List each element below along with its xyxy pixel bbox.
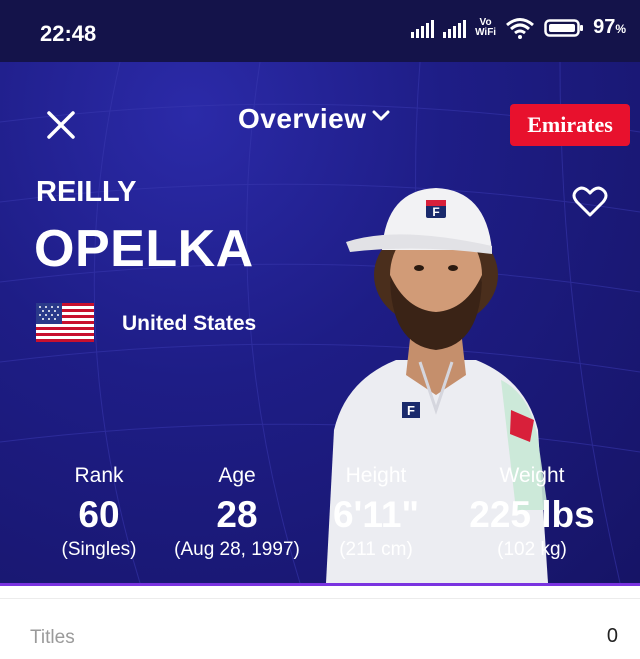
overview-dropdown-label[interactable]: Overview	[238, 103, 367, 135]
stat-weight: Weight 225 lbs (102 kg)	[442, 463, 622, 562]
player-first-name: REILLY	[36, 176, 137, 208]
stat-label: Height	[345, 464, 407, 487]
battery-percent: 97%	[593, 16, 626, 38]
shirt-logo-text: F	[407, 403, 415, 418]
stat-sub: (102 kg)	[497, 539, 567, 560]
sponsor-logo[interactable]: Emirates	[510, 104, 630, 146]
chevron-down-icon[interactable]	[372, 110, 390, 122]
hero-divider	[0, 583, 640, 586]
player-last-name: OPELKA	[34, 220, 254, 278]
player-country: United States	[122, 312, 257, 335]
signal-icon	[443, 18, 467, 38]
titles-label: Titles	[30, 627, 75, 648]
status-bar: 22:48 Vo WiFi 97%	[0, 0, 640, 62]
close-icon[interactable]	[44, 108, 78, 142]
stat-value: 225 lbs	[469, 494, 595, 535]
stat-value: 6'11"	[332, 494, 420, 535]
us-flag-icon	[36, 303, 94, 342]
status-icons: Vo WiFi 97%	[411, 16, 626, 39]
heart-icon[interactable]	[572, 186, 608, 218]
cap-logo-text: F	[432, 205, 439, 219]
stat-label: Weight	[499, 464, 565, 487]
vowifi-icon: Vo WiFi	[475, 16, 497, 38]
titles-card[interactable]: Titles 0	[0, 598, 640, 659]
stat-height: Height 6'11" (211 cm)	[286, 463, 466, 562]
stat-sub: (211 cm)	[339, 539, 413, 560]
status-time: 22:48	[40, 21, 97, 46]
signal-icon	[411, 18, 435, 38]
battery-icon	[544, 18, 584, 37]
wifi-icon	[506, 17, 535, 39]
